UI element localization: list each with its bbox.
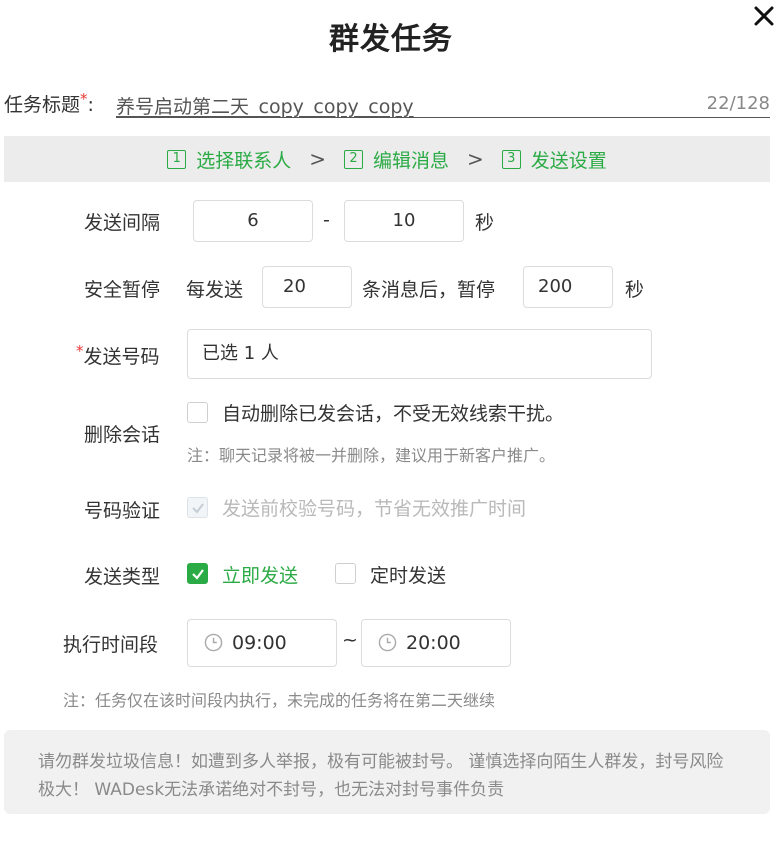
verify-number-option: 发送前校验号码，节省无效推广时间 <box>222 498 527 520</box>
task-title-value[interactable]: 养号启动第二天_copy_copy_copy <box>116 92 414 119</box>
char-counter: 22/128 <box>706 93 770 114</box>
task-title-label-text: 任务标题 <box>4 94 81 116</box>
task-title-label: 任务标题*: <box>4 90 94 117</box>
send-number-label: *发送号码 <box>76 342 160 369</box>
task-title-input[interactable]: 养号启动第二天_copy_copy_copy 22/128 <box>116 88 770 118</box>
step-number: 3 <box>501 149 521 169</box>
delete-chat-checkbox[interactable] <box>187 402 208 423</box>
step-select-contacts[interactable]: 1 选择联系人 <box>167 146 291 173</box>
interval-dash: - <box>323 209 330 231</box>
safe-pause-unit: 秒 <box>625 279 645 301</box>
send-number-select[interactable]: 已选 1 人 <box>187 329 652 379</box>
send-interval-label: 发送间隔 <box>84 212 161 234</box>
interval-min-input[interactable]: 6 <box>193 200 313 242</box>
end-time-picker[interactable]: 20:00 <box>361 619 511 667</box>
send-type-label: 发送类型 <box>84 566 161 588</box>
delete-chat-option[interactable]: 自动删除已发会话，不受无效线索干扰。 <box>222 399 564 426</box>
step-label: 编辑消息 <box>372 149 449 172</box>
scheduled-send-label[interactable]: 定时发送 <box>370 561 446 588</box>
start-time-picker[interactable]: 09:00 <box>187 619 337 667</box>
interval-max-input[interactable]: 10 <box>344 200 464 242</box>
immediate-send-checkbox[interactable] <box>187 563 208 584</box>
clock-icon <box>204 633 223 652</box>
verify-number-checkbox <box>187 497 208 518</box>
verify-number-label: 号码验证 <box>84 500 161 522</box>
safe-pause-prefix: 每发送 <box>186 279 244 301</box>
safe-pause-middle: 条消息后，暂停 <box>362 279 496 301</box>
safe-pause-label: 安全暂停 <box>84 279 161 301</box>
step-bar: 1 选择联系人 > 2 编辑消息 > 3 发送设置 <box>4 136 770 182</box>
chevron-right-icon: > <box>309 147 326 171</box>
exec-period-note: 注：任务仅在该时间段内执行，未完成的任务将在第二天继续 <box>63 691 496 710</box>
close-icon[interactable] <box>752 4 776 28</box>
pause-count-input[interactable]: 20 <box>262 266 352 308</box>
label-colon: : <box>87 94 94 116</box>
pause-seconds-input[interactable]: 200 <box>523 266 613 308</box>
start-time-value: 09:00 <box>232 632 287 654</box>
chevron-right-icon: > <box>467 147 484 171</box>
step-edit-message[interactable]: 2 编辑消息 <box>343 146 449 173</box>
step-label: 选择联系人 <box>196 149 292 172</box>
step-label: 发送设置 <box>530 149 607 172</box>
scheduled-send-checkbox[interactable] <box>335 563 356 584</box>
step-send-settings[interactable]: 3 发送设置 <box>501 146 607 173</box>
delete-chat-label: 删除会话 <box>84 424 161 446</box>
end-time-value: 20:00 <box>406 632 461 654</box>
immediate-send-label[interactable]: 立即发送 <box>222 561 298 588</box>
send-number-label-text: 发送号码 <box>83 346 160 368</box>
dialog-title: 群发任务 <box>329 22 453 57</box>
clock-icon <box>378 633 397 652</box>
delete-chat-note: 注：聊天记录将被一并删除，建议用于新客户推广。 <box>187 446 556 465</box>
step-number: 2 <box>343 149 363 169</box>
required-mark: * <box>76 342 84 360</box>
check-icon <box>192 503 204 514</box>
warning-banner: 请勿群发垃圾信息！如遭到多人举报，极有可能被封号。 谨慎选择向陌生人群发，封号风… <box>4 730 770 814</box>
time-range-tilde: ~ <box>342 629 358 651</box>
step-number: 1 <box>167 149 187 169</box>
required-mark: * <box>80 90 88 108</box>
check-icon <box>192 569 204 580</box>
interval-unit: 秒 <box>475 212 495 234</box>
warning-text: 请勿群发垃圾信息！如遭到多人举报，极有可能被封号。 谨慎选择向陌生人群发，封号风… <box>38 752 724 800</box>
exec-period-label: 执行时间段 <box>63 634 159 656</box>
